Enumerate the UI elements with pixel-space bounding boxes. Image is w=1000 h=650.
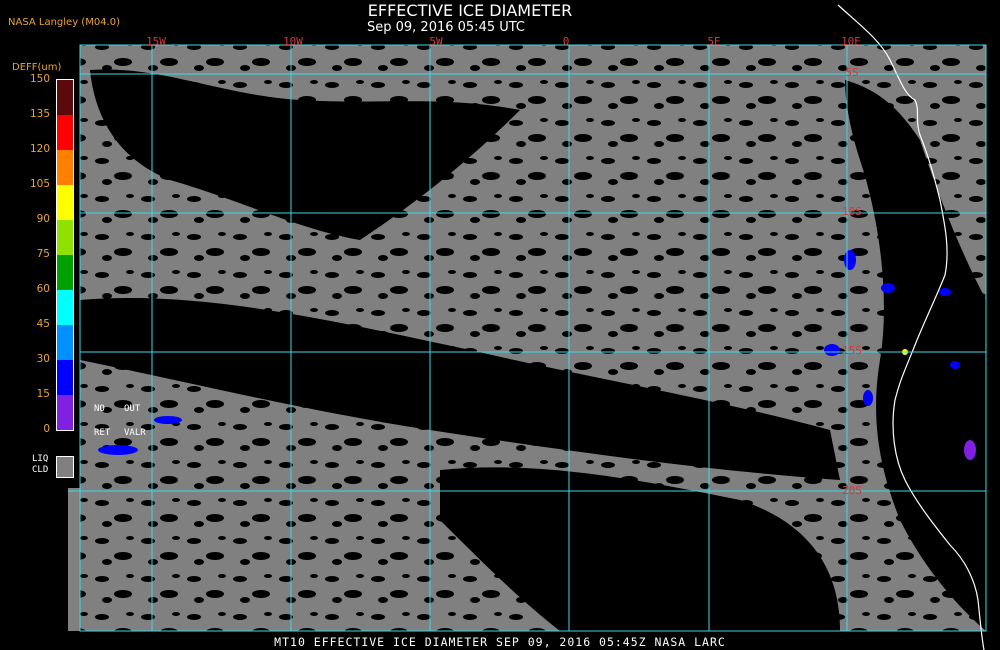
legend-tick: 120 — [29, 143, 50, 155]
liq-label: LIQ — [32, 454, 49, 464]
lat-label: 10S — [842, 205, 862, 218]
lon-label: 5E — [707, 35, 720, 48]
color-swatch-4 — [57, 220, 73, 255]
lat-label: 5S — [845, 66, 858, 79]
lat-label: 15S — [842, 344, 862, 357]
map-timestamp: Sep 09, 2016 05:45 UTC — [366, 20, 526, 35]
color-swatch-6 — [57, 290, 73, 325]
color-scale-bar — [56, 79, 74, 431]
legend-tick: 0 — [43, 423, 50, 435]
out-valr-label-2: VALR — [124, 428, 146, 438]
satellite-map: 15W 10W 5W 0 5E 10E 5S 10S 15S 20S — [68, 4, 987, 650]
color-swatch-2 — [57, 150, 73, 185]
color-swatch-7 — [57, 325, 73, 360]
legend-title: DEFF(um) — [12, 62, 62, 73]
legend-tick: 45 — [36, 318, 50, 330]
color-swatch-3 — [57, 185, 73, 220]
cld-label: CLD — [32, 465, 49, 475]
liquid-cloud-swatch — [56, 456, 74, 478]
legend-tick: 60 — [36, 283, 50, 295]
map-title: EFFECTIVE ICE DIAMETER — [367, 1, 573, 20]
color-swatch-5 — [57, 255, 73, 290]
color-swatch-1 — [57, 115, 73, 150]
lat-label: 20S — [842, 484, 862, 497]
legend-tick: 150 — [29, 73, 50, 85]
lon-label: 15W — [146, 35, 166, 48]
legend-tick: 15 — [36, 388, 50, 400]
lon-label: 0 — [563, 35, 570, 48]
no-ret-label-2: RET — [94, 428, 111, 438]
lon-label: 10W — [283, 35, 303, 48]
legend-tick: 90 — [36, 213, 50, 225]
legend-tick: 105 — [29, 178, 50, 190]
no-ret-label-1: NO — [94, 404, 105, 414]
color-swatch-9 — [57, 395, 73, 430]
legend-tick: 75 — [36, 248, 50, 260]
color-swatch-8 — [57, 360, 73, 395]
color-swatch-0 — [57, 80, 73, 115]
legend-tick: 135 — [29, 108, 50, 120]
lon-label: 10E — [841, 35, 861, 48]
lon-label: 5W — [429, 35, 443, 48]
footer-caption: MT10 EFFECTIVE ICE DIAMETER SEP 09, 2016… — [274, 635, 726, 649]
legend-tick: 30 — [36, 353, 50, 365]
out-valr-label-1: OUT — [124, 404, 141, 414]
